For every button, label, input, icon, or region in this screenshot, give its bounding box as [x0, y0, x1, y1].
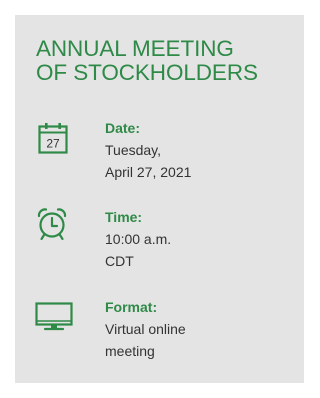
date-label: Date:: [105, 120, 141, 136]
time-value-line-1: 10:00 a.m.: [105, 231, 172, 247]
card-title-line-2: OF STOCKHOLDERS: [36, 60, 258, 85]
time-value: 10:00 a.m. CDT: [105, 228, 171, 272]
calendar-day: 27: [46, 137, 60, 151]
time-value-line-2: CDT: [105, 253, 134, 269]
monitor-icon: [35, 302, 73, 331]
meeting-info-card: ANNUAL MEETING OF STOCKHOLDERS 27 Date: …: [15, 15, 304, 383]
format-value-line-1: Virtual online: [105, 321, 186, 337]
card-title-line-1: ANNUAL MEETING: [36, 36, 234, 61]
date-value: Tuesday, April 27, 2021: [105, 139, 191, 183]
calendar-icon: 27: [38, 123, 68, 154]
date-value-line-1: Tuesday,: [105, 142, 162, 158]
format-row: Format: Virtual online meeting: [15, 297, 304, 372]
format-value-line-2: meeting: [105, 343, 155, 359]
time-row: Time: 10:00 a.m. CDT: [15, 207, 304, 277]
date-row: 27 Date: Tuesday, April 27, 2021: [15, 118, 304, 188]
date-value-line-2: April 27, 2021: [105, 164, 192, 180]
alarm-clock-icon: [37, 208, 67, 241]
card-title: ANNUAL MEETING OF STOCKHOLDERS: [36, 37, 298, 85]
format-label: Format:: [105, 299, 158, 315]
format-value: Virtual online meeting: [105, 318, 186, 362]
time-label: Time:: [105, 209, 143, 225]
